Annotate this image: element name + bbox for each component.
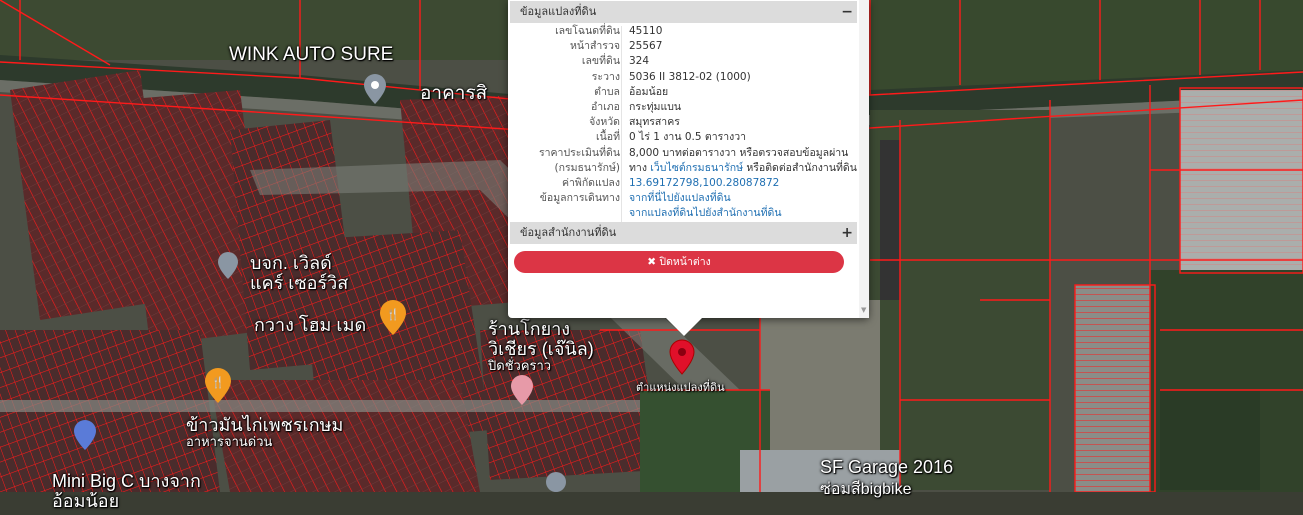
info-row: เลขที่ดิน 324 — [510, 54, 857, 69]
info-row: จากแปลงที่ดินไปยังสำนักงานที่ดิน — [510, 206, 857, 221]
place-pin-icon[interactable] — [546, 472, 566, 492]
treasury-website-link[interactable]: เว็บไซต์กรมธนารักษ์ — [650, 162, 743, 174]
map-label-wink[interactable]: WINK AUTO SURE — [229, 44, 393, 66]
directions-to-parcel-link[interactable]: จากที่นี่ไปยังแปลงที่ดิน — [629, 191, 731, 206]
close-window-button[interactable]: ✖ ปิดหน้าต่าง — [514, 251, 844, 273]
parcel-info-table: เลขโฉนดที่ดิน 45110 หน้าสำรวจ 25567 เลขที่… — [510, 24, 857, 221]
collapse-icon[interactable]: − — [841, 1, 853, 23]
row-key: อำเภอ — [590, 100, 620, 113]
row-key: ราคาประเมินที่ดิน — [538, 146, 620, 159]
info-row: ราคาประเมินที่ดิน 8,000 บาทต่อตารางวา หรื… — [510, 146, 857, 161]
popup-tail — [666, 318, 702, 336]
row-key: ระวาง — [591, 70, 620, 83]
parcel-info-popup: ข้อมูลแปลงที่ดิน − เลขโฉนดที่ดิน 45110 หน… — [508, 0, 869, 336]
map-label-shop-line3[interactable]: ปิดชั่วคราว — [488, 355, 551, 376]
info-row: ระวาง 5036 II 3812-02 (1000) — [510, 70, 857, 85]
section-header-land-office[interactable]: ข้อมูลสำนักงานที่ดิน + — [510, 222, 857, 244]
map-label-sfgarage-line2[interactable]: ซ่อมสีbigbike — [820, 477, 911, 502]
row-key: เลขโฉนดที่ดิน — [555, 25, 620, 37]
row-key: เลขที่ดิน — [581, 55, 620, 68]
info-row: อำเภอ กระทุ่มแบน — [510, 100, 857, 115]
row-key: ตำบล — [594, 85, 620, 98]
row-value: อ้อมน้อย — [629, 85, 669, 98]
info-row: เนื้อที่ 0 ไร่ 1 งาน 0.5 ตารางวา — [510, 130, 857, 145]
row-value: 324 — [629, 55, 650, 68]
coordinates-link[interactable]: 13.69172798,100.28087872 — [629, 176, 779, 191]
row-key: เนื้อที่ — [596, 131, 620, 144]
row-key: หน้าสำรวจ — [570, 40, 620, 53]
section-header-parcel-info[interactable]: ข้อมูลแปลงที่ดิน − — [510, 1, 857, 23]
map-label-minibigc-line2[interactable]: อ้อมน้อย — [52, 486, 119, 515]
row-value: 25567 — [629, 40, 663, 53]
map-label-company-line2[interactable]: แคร์ เซอร์วิส — [250, 268, 348, 297]
map-label-building[interactable]: อาคารสิ — [420, 78, 487, 108]
map-label-sfgarage[interactable]: SF Garage 2016 — [820, 457, 953, 478]
row-value: ทาง เว็บไซต์กรมธนารักษ์ หรือติดต่อสำนักง… — [629, 161, 857, 176]
row-value: 45110 — [629, 25, 663, 37]
row-key: ข้อมูลการเดินทาง — [539, 192, 620, 205]
svg-text:🍴: 🍴 — [211, 376, 225, 389]
row-key: จังหวัด — [589, 116, 620, 129]
map-label-kwang[interactable]: กวาง โฮม เมด — [254, 310, 366, 339]
value-prefix: ทาง — [629, 161, 651, 174]
info-row: ตำบล อ้อมน้อย — [510, 85, 857, 100]
info-row: (กรมธนารักษ์) ทาง เว็บไซต์กรมธนารักษ์ หรื… — [510, 161, 857, 176]
popup-scrollbar[interactable]: ▼ — [859, 0, 869, 318]
value-suffix: หรือติดต่อสำนักงานที่ดิน — [743, 161, 857, 174]
row-key: (กรมธนารักษ์) — [554, 161, 620, 174]
map-label-parcel[interactable]: ตำแหน่งแปลงที่ดิน — [636, 378, 725, 396]
scroll-down-icon[interactable]: ▼ — [861, 306, 866, 314]
info-row: หน้าสำรวจ 25567 — [510, 39, 857, 54]
info-row: ค่าพิกัดแปลง 13.69172798,100.28087872 — [510, 176, 857, 191]
directions-to-office-link[interactable]: จากแปลงที่ดินไปยังสำนักงานที่ดิน — [629, 206, 782, 221]
map-label-khaoman-line2[interactable]: อาหารจานด่วน — [186, 431, 272, 452]
row-value: 5036 II 3812-02 (1000) — [629, 70, 751, 83]
info-row: จังหวัด สมุทรสาคร — [510, 115, 857, 130]
info-row: ข้อมูลการเดินทาง จากที่นี่ไปยังแปลงที่ดิน — [510, 191, 857, 206]
section-title: ข้อมูลสำนักงานที่ดิน — [520, 226, 617, 239]
row-value: 0 ไร่ 1 งาน 0.5 ตารางวา — [629, 131, 747, 144]
row-value: กระทุ่มแบน — [629, 100, 682, 113]
row-value: สมุทรสาคร — [629, 116, 680, 129]
expand-icon[interactable]: + — [841, 222, 853, 244]
svg-text:🍴: 🍴 — [386, 308, 400, 321]
row-key: ค่าพิกัดแปลง — [561, 176, 620, 189]
row-value: 8,000 บาทต่อตารางวา หรือตรวจสอบข้อมูลผ่า… — [629, 146, 849, 159]
section-title: ข้อมูลแปลงที่ดิน — [520, 5, 597, 18]
info-row: เลขโฉนดที่ดิน 45110 — [510, 24, 857, 39]
